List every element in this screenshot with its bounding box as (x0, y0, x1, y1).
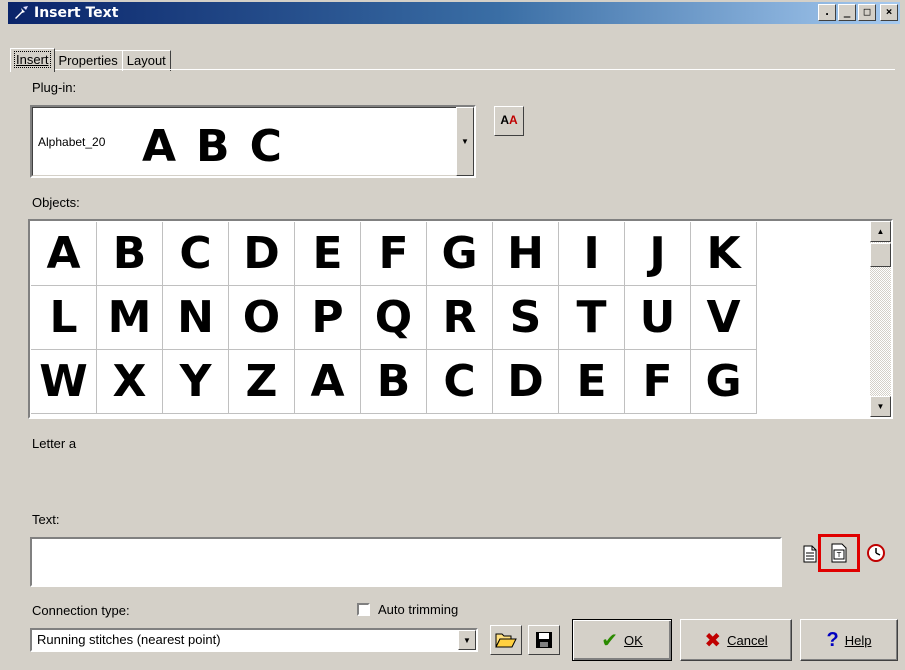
letter-cell[interactable]: T (559, 286, 625, 350)
scroll-thumb[interactable] (870, 243, 891, 267)
tab-layout-label: Layout (126, 53, 166, 68)
cancel-x-icon: ✖ (704, 629, 722, 652)
floppy-disk-icon (536, 632, 552, 648)
letter-cell[interactable]: D (229, 222, 295, 286)
ok-button[interactable]: ✔ OK (572, 619, 672, 661)
font-icon: AA (500, 113, 518, 127)
letter-cell[interactable]: E (559, 350, 625, 414)
object-status: Letter a (32, 436, 77, 451)
letter-cell[interactable]: P (295, 286, 361, 350)
connection-type-label: Connection type: (32, 603, 130, 618)
scroll-up-button[interactable]: ▲ (870, 221, 891, 242)
objects-scrollbar[interactable]: ▲ ▼ (870, 221, 891, 417)
letter-cell[interactable]: Z (229, 350, 295, 414)
plugin-selected-name: Alphabet_20 (38, 135, 106, 149)
letter-cell[interactable]: N (163, 286, 229, 350)
connection-type-select[interactable]: Running stitches (nearest point) ▼ (30, 628, 478, 652)
open-button[interactable] (490, 625, 522, 655)
letter-cell[interactable]: D (493, 350, 559, 414)
letter-cell[interactable]: H (493, 222, 559, 286)
clock-icon[interactable] (864, 541, 888, 565)
minimize-button[interactable]: . (818, 4, 836, 21)
text-label: Text: (32, 512, 60, 527)
checkmark-icon: ✔ (601, 629, 618, 652)
tab-panel-border (10, 69, 895, 70)
text-input[interactable] (30, 537, 782, 587)
letter-cell[interactable]: W (31, 350, 97, 414)
tab-properties-label: Properties (58, 53, 118, 68)
chevron-down-icon[interactable]: ▼ (458, 630, 476, 650)
maximize-button[interactable]: □ (858, 4, 876, 21)
letter-cell[interactable]: G (691, 350, 757, 414)
letter-cell[interactable]: B (97, 222, 163, 286)
letter-cell[interactable]: F (361, 222, 427, 286)
letter-cell[interactable]: R (427, 286, 493, 350)
letter-cell[interactable]: U (625, 286, 691, 350)
restore-button[interactable]: _ (838, 4, 856, 21)
help-button[interactable]: ? Help (800, 619, 898, 661)
help-label: Help (844, 632, 872, 648)
font-settings-button[interactable]: AA (494, 106, 524, 136)
letter-cell[interactable]: S (493, 286, 559, 350)
auto-trimming-checkbox[interactable] (357, 603, 370, 616)
tab-layout[interactable]: Layout (121, 50, 171, 71)
help-question-icon: ? (826, 628, 839, 651)
app-icon (13, 4, 31, 22)
objects-label: Objects: (32, 195, 80, 210)
plugin-preview: ABC (142, 121, 302, 172)
letter-cell[interactable]: C (163, 222, 229, 286)
tab-strip: Insert Properties Layout (10, 47, 171, 72)
title-bar: Insert Text . _ □ × (8, 2, 900, 24)
scroll-down-button[interactable]: ▼ (870, 396, 891, 417)
auto-trimming-label: Auto trimming (378, 602, 459, 617)
objects-grid[interactable]: ABCDEFGHIJKLMNOPQRSTUVWXYZABCDEFG ▲ ▼ (28, 219, 893, 419)
letter-cell[interactable]: F (625, 350, 691, 414)
tab-properties[interactable]: Properties (53, 50, 123, 71)
letter-cell[interactable]: G (427, 222, 493, 286)
plugin-label: Plug-in: (32, 80, 77, 95)
cancel-button[interactable]: ✖ Cancel (680, 619, 792, 661)
letter-cell[interactable]: C (427, 350, 493, 414)
letter-cell[interactable]: O (229, 286, 295, 350)
letter-cell[interactable]: A (31, 222, 97, 286)
tab-insert-label: Insert (16, 52, 49, 67)
letter-cell[interactable]: K (691, 222, 757, 286)
letter-cell[interactable]: Q (361, 286, 427, 350)
connection-type-value: Running stitches (nearest point) (37, 632, 221, 647)
save-button[interactable] (528, 625, 560, 655)
highlight-box (818, 534, 860, 572)
letter-cell[interactable]: V (691, 286, 757, 350)
letter-cell[interactable]: B (361, 350, 427, 414)
chevron-down-icon[interactable]: ▼ (456, 107, 474, 176)
letter-cell[interactable]: E (295, 222, 361, 286)
letter-cell[interactable]: J (625, 222, 691, 286)
letter-cell[interactable]: X (97, 350, 163, 414)
ok-label: OK (623, 632, 643, 648)
close-button[interactable]: × (880, 4, 898, 21)
tab-insert[interactable]: Insert (10, 48, 55, 72)
letter-cell[interactable]: A (295, 350, 361, 414)
folder-open-icon (495, 633, 517, 648)
plugin-select[interactable]: Alphabet_20 ABC ▼ (30, 105, 476, 178)
cancel-label: Cancel (727, 632, 768, 648)
letter-cell[interactable]: L (31, 286, 97, 350)
letter-cell[interactable]: I (559, 222, 625, 286)
letter-cell[interactable]: M (97, 286, 163, 350)
letter-cell[interactable]: Y (163, 350, 229, 414)
window-title: Insert Text (34, 5, 119, 21)
